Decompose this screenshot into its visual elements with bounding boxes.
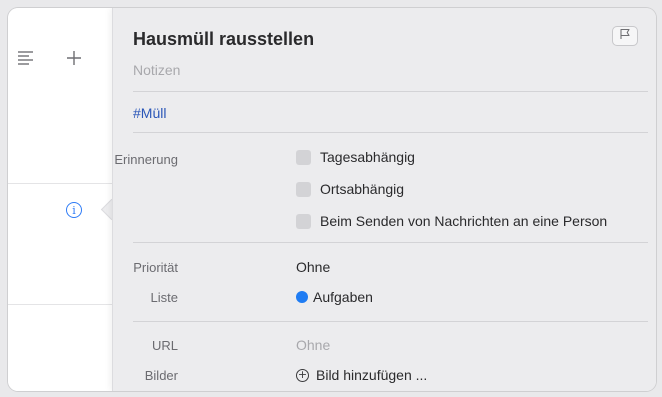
reminder-title[interactable]: Hausmüll rausstellen xyxy=(133,29,314,50)
option-label: Beim Senden von Nachrichten an eine Pers… xyxy=(320,213,608,229)
url-field[interactable]: Ohne xyxy=(296,337,330,353)
reminder-label: Erinnerung xyxy=(114,152,178,167)
list-label: Liste xyxy=(150,290,178,305)
images-label: Bilder xyxy=(144,368,178,383)
info-icon[interactable]: i xyxy=(66,202,82,218)
priority-select[interactable]: Ohne xyxy=(296,259,330,275)
priority-value: Ohne xyxy=(296,259,331,275)
url-label: URL xyxy=(151,338,178,353)
checkbox[interactable] xyxy=(296,149,311,165)
divider xyxy=(133,242,648,243)
priority-label: Priorität xyxy=(133,260,178,275)
add-circle-icon: + xyxy=(296,367,309,382)
option-label: Ortsabhängig xyxy=(320,181,405,197)
plus-icon[interactable] xyxy=(66,50,82,71)
list-divider xyxy=(8,183,118,184)
list-divider xyxy=(8,304,118,305)
flag-icon xyxy=(619,27,631,45)
divider xyxy=(133,132,648,133)
tag-field[interactable]: #Müll xyxy=(133,105,166,121)
reminder-detail-popover: Hausmüll rausstellen Notizen #Müll Erinn… xyxy=(112,8,656,391)
checkbox[interactable] xyxy=(296,181,311,197)
reminders-list-pane: i xyxy=(8,8,118,391)
notes-field[interactable]: Notizen xyxy=(133,62,180,78)
list-select[interactable]: Aufgaben xyxy=(296,289,373,305)
add-image-label: Bild hinzufügen ... xyxy=(316,367,428,383)
checkbox[interactable] xyxy=(296,213,311,229)
divider xyxy=(133,91,648,92)
app-window: i Hausmüll rausstellen Notizen #Müll Eri… xyxy=(8,8,656,391)
option-location[interactable]: Ortsabhängig xyxy=(296,181,404,197)
add-image-button[interactable]: + Bild hinzufügen ... xyxy=(296,367,427,383)
flag-button[interactable] xyxy=(612,26,638,46)
option-message[interactable]: Beim Senden von Nachrichten an eine Pers… xyxy=(296,213,607,229)
divider xyxy=(133,321,648,322)
option-label: Tagesabhängig xyxy=(320,149,415,165)
list-value: Aufgaben xyxy=(313,289,373,305)
option-date[interactable]: Tagesabhängig xyxy=(296,149,415,165)
list-color-dot xyxy=(296,291,308,303)
url-placeholder: Ohne xyxy=(296,337,331,353)
list-icon[interactable] xyxy=(18,51,34,70)
